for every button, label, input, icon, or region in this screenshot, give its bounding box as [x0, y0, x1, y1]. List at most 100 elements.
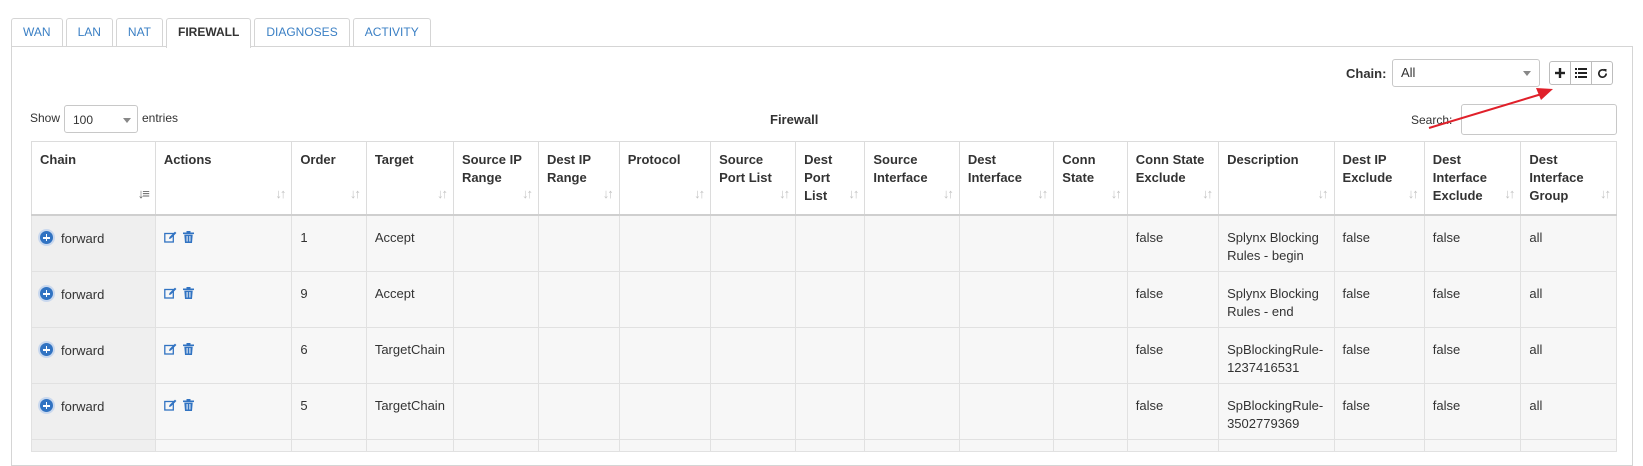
- expand-row-icon[interactable]: [38, 229, 55, 246]
- sort-icon: ↓↑: [521, 186, 533, 201]
- column-header-conn-state[interactable]: Conn State ↓↑: [1053, 141, 1128, 216]
- actions-cell: [154, 214, 293, 272]
- tab-nat[interactable]: NAT: [115, 18, 164, 47]
- plus-icon: [1555, 68, 1565, 78]
- column-header-actions[interactable]: Actions ↓↑: [154, 141, 293, 216]
- protocol-cell: [618, 383, 712, 440]
- column-header-label: Dest Port List: [804, 152, 833, 203]
- sort-icon: ↓↑: [942, 186, 954, 201]
- chain-cell: forward: [31, 271, 156, 328]
- column-header-dest-ip-exclude[interactable]: Dest IP Exclude ↓↑: [1333, 141, 1425, 216]
- tab-bar: WAN LAN NAT FIREWALL DIAGNOSES ACTIVITY: [11, 18, 434, 48]
- expand-row-icon[interactable]: [38, 285, 55, 302]
- column-header-description[interactable]: Description ↓↑: [1218, 141, 1335, 216]
- add-rule-button[interactable]: [1549, 61, 1571, 85]
- column-header-protocol[interactable]: Protocol ↓↑: [618, 141, 712, 216]
- column-header-label: Source Port List: [719, 152, 772, 185]
- column-header-dest-port-list[interactable]: Dest Port List ↓↑: [795, 141, 866, 216]
- delete-icon[interactable]: [182, 398, 194, 416]
- protocol-cell: [618, 327, 712, 384]
- order-cell: 5: [291, 383, 367, 440]
- source-port-list-cell: [710, 383, 797, 440]
- sort-icon: ↓↑: [275, 186, 286, 201]
- column-header-source-ip-range[interactable]: Source IP Range ↓↑: [452, 141, 539, 216]
- dest-interface-exclude-cell: false: [1423, 214, 1522, 272]
- column-header-source-interface[interactable]: Source Interface ↓↑: [864, 141, 960, 216]
- sort-icon: ↓↑: [779, 186, 790, 201]
- source-interface-cell: [864, 214, 960, 272]
- source-interface-cell: [864, 271, 960, 328]
- chain-select-value: All: [1401, 65, 1416, 80]
- column-header-label: Conn State: [1062, 152, 1096, 185]
- delete-icon[interactable]: [182, 286, 194, 304]
- column-header-dest-interface[interactable]: Dest Interface ↓↑: [958, 141, 1055, 216]
- expand-row-icon[interactable]: [38, 397, 55, 414]
- column-header-label: Source Interface: [873, 152, 928, 185]
- column-header-label: Source IP Range: [461, 152, 522, 185]
- expand-row-icon[interactable]: [38, 341, 55, 358]
- actions-cell: [154, 383, 293, 440]
- source-ip-range-cell: [452, 327, 539, 384]
- table-row: forward 6 TargetChain false SpBlockingRule-1…: [31, 327, 1617, 384]
- dest-ip-range-cell: [537, 327, 620, 384]
- delete-icon[interactable]: [182, 230, 194, 248]
- table-row: forward 5 TargetChain false SpBlockingRule-3…: [31, 383, 1617, 440]
- edit-icon[interactable]: [164, 230, 177, 248]
- delete-icon[interactable]: [182, 342, 194, 360]
- chain-value: forward: [61, 231, 105, 246]
- tab-wan[interactable]: WAN: [11, 18, 63, 47]
- sort-ascending-icon: ↓≡: [137, 186, 150, 201]
- protocol-cell: [618, 271, 712, 328]
- column-header-order[interactable]: Order ↓↑: [291, 141, 367, 216]
- source-interface-cell: [864, 383, 960, 440]
- column-header-dest-interface-group[interactable]: Dest Interface Group ↓↑: [1520, 141, 1617, 216]
- dest-interface-group-cell: all: [1520, 383, 1617, 440]
- conn-state-exclude-cell: false: [1126, 214, 1220, 272]
- column-header-label: Dest Interface Exclude: [1432, 152, 1487, 203]
- chain-label: Chain:: [1346, 66, 1387, 81]
- table-row: forward 9 Accept false Splynx Blocking Rules…: [31, 271, 1617, 328]
- edit-icon[interactable]: [164, 286, 177, 304]
- column-header-dest-interface-exclude[interactable]: Dest Interface Exclude ↓↑: [1423, 141, 1522, 216]
- tab-diagnoses[interactable]: DIAGNOSES: [254, 18, 350, 47]
- edit-icon[interactable]: [164, 398, 177, 416]
- conn-state-cell: [1053, 214, 1128, 272]
- actions-cell: [154, 327, 293, 384]
- dest-interface-group-cell: all: [1520, 327, 1617, 384]
- search-label: Search:: [1411, 113, 1453, 127]
- page-size-select[interactable]: 100: [64, 105, 138, 133]
- conn-state-exclude-cell: false: [1126, 327, 1220, 384]
- dest-port-list-cell: [795, 327, 866, 384]
- column-header-conn-state-exclude[interactable]: Conn State Exclude ↓↑: [1126, 141, 1220, 216]
- column-header-target[interactable]: Target ↓↑: [365, 141, 454, 216]
- dest-ip-range-cell: [537, 214, 620, 272]
- chain-select[interactable]: All: [1392, 59, 1540, 87]
- dest-ip-exclude-cell: false: [1333, 271, 1425, 328]
- table-row: forward 1 Accept false Splynx Blocking Rules…: [31, 214, 1617, 272]
- description-cell: SpBlockingRule-1237416531: [1218, 327, 1335, 384]
- column-header-label: Order: [300, 152, 336, 167]
- column-header-chain[interactable]: Chain ↓≡: [31, 141, 156, 216]
- chain-cell: forward: [31, 214, 156, 272]
- tab-lan[interactable]: LAN: [65, 18, 113, 47]
- tab-firewall[interactable]: FIREWALL: [166, 18, 252, 48]
- column-header-dest-ip-range[interactable]: Dest IP Range ↓↑: [537, 141, 620, 216]
- list-view-button[interactable]: [1570, 61, 1592, 85]
- column-header-source-port-list[interactable]: Source Port List ↓↑: [710, 141, 797, 216]
- refresh-button[interactable]: [1591, 61, 1613, 85]
- page-size-value: 100: [73, 113, 94, 127]
- edit-icon[interactable]: [164, 342, 177, 360]
- conn-state-cell: [1053, 271, 1128, 328]
- search-input[interactable]: [1461, 104, 1617, 135]
- column-header-label: Dest Interface Group: [1529, 152, 1584, 203]
- entries-label: entries: [142, 111, 179, 125]
- column-header-label: Dest IP Exclude: [1342, 152, 1393, 185]
- chain-value: forward: [61, 343, 105, 358]
- sort-icon: ↓↑: [1407, 186, 1419, 201]
- dest-ip-exclude-cell: false: [1333, 327, 1425, 384]
- order-cell: 9: [291, 271, 367, 328]
- tab-activity[interactable]: ACTIVITY: [352, 18, 431, 47]
- refresh-icon: [1597, 68, 1607, 78]
- sort-icon: ↓↑: [436, 186, 448, 201]
- sort-icon: ↓↑: [694, 186, 705, 201]
